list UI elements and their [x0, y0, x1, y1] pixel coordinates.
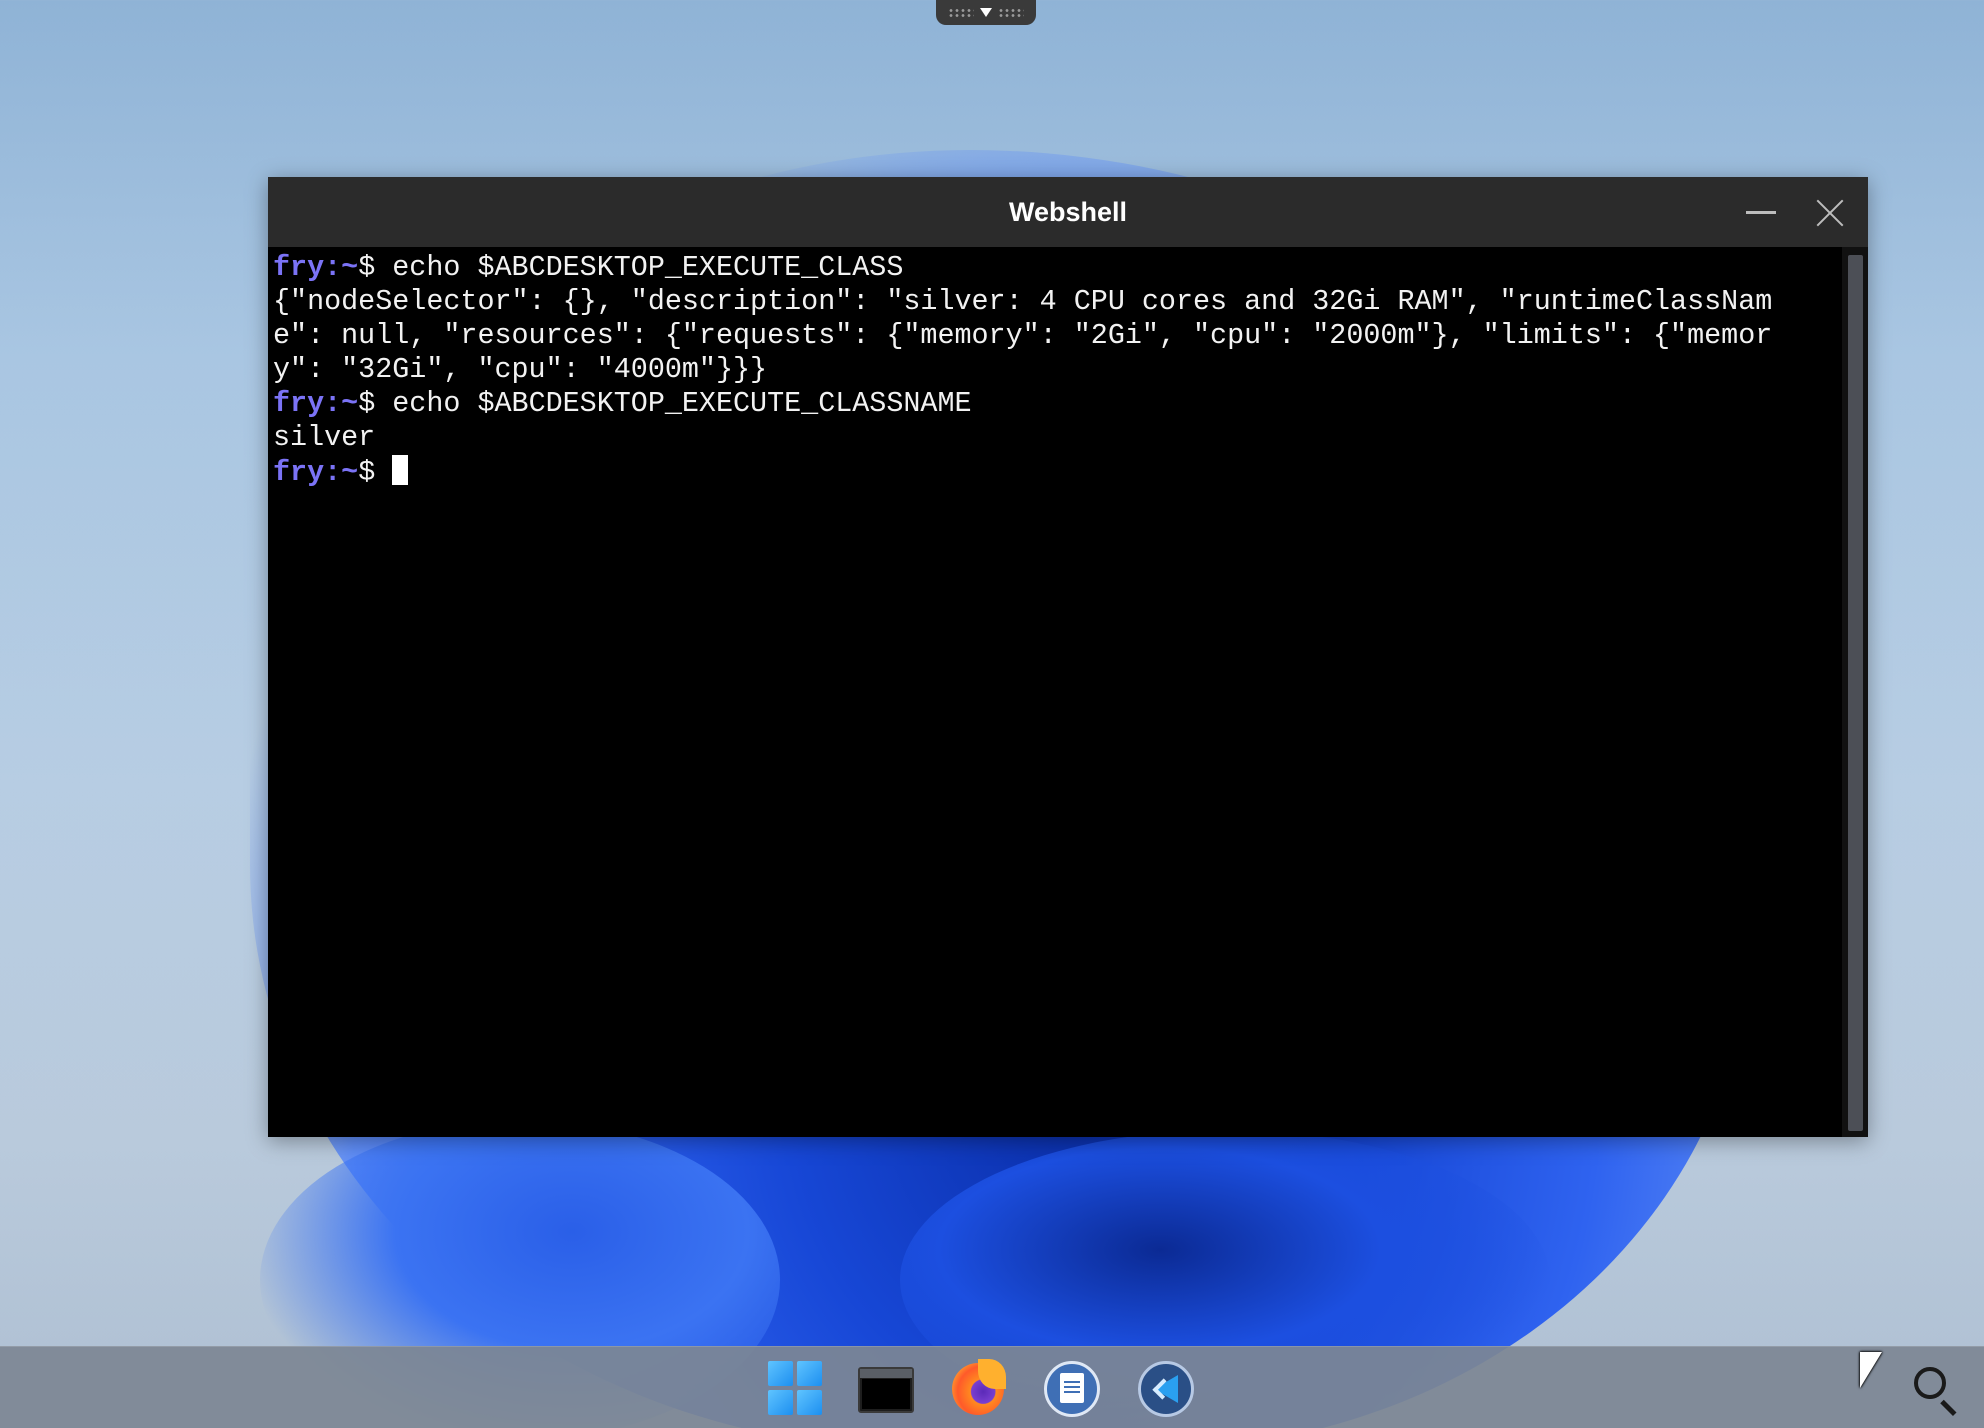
start-button[interactable]	[768, 1361, 824, 1417]
terminal-output-line: y": "32Gi", "cpu": "4000m"}}}	[268, 353, 1842, 387]
terminal-command-line: fry:~$ echo $ABCDESKTOP_EXECUTE_CLASSNAM…	[268, 387, 1842, 421]
prompt-symbol: $	[358, 387, 393, 420]
taskbar-search-button[interactable]	[1910, 1361, 1966, 1417]
command-text: echo $ABCDESKTOP_EXECUTE_CLASSNAME	[392, 387, 972, 420]
prompt-symbol: $	[358, 251, 393, 284]
output-text: silver	[273, 421, 376, 454]
mouse-pointer-icon	[1860, 1352, 1882, 1388]
terminal-prompt: fry:~	[273, 456, 359, 489]
terminal-prompt: fry:~	[273, 387, 359, 420]
command-text: echo $ABCDESKTOP_EXECUTE_CLASS	[392, 251, 904, 284]
webshell-window[interactable]: Webshell fry:~$ echo $ABCDESKTOP_EXECUTE…	[268, 177, 1868, 1137]
taskbar	[0, 1346, 1984, 1428]
terminal-output-line: e": null, "resources": {"requests": {"me…	[268, 319, 1842, 353]
output-text: y": "32Gi", "cpu": "4000m"}}}	[273, 353, 768, 386]
taskbar-writer-button[interactable]	[1044, 1361, 1100, 1417]
top-dropdown-handle[interactable]	[936, 0, 1036, 25]
scrollbar-thumb[interactable]	[1848, 255, 1863, 1131]
chevron-down-icon	[980, 8, 992, 17]
output-text: e": null, "resources": {"requests": {"me…	[273, 319, 1773, 352]
terminal-cursor	[392, 455, 409, 485]
taskbar-vscode-button[interactable]	[1138, 1361, 1194, 1417]
terminal-command-line: fry:~$	[268, 455, 1842, 490]
taskbar-terminal-button[interactable]	[858, 1361, 914, 1417]
terminal-output-line: silver	[268, 421, 1842, 455]
minimize-button[interactable]	[1738, 191, 1782, 235]
terminal-scrollbar[interactable]	[1842, 247, 1868, 1137]
grip-dots-icon	[998, 7, 1024, 18]
terminal-area[interactable]: fry:~$ echo $ABCDESKTOP_EXECUTE_CLASS {"n…	[268, 247, 1842, 1137]
taskbar-firefox-button[interactable]	[950, 1359, 1006, 1417]
prompt-symbol: $	[358, 456, 393, 489]
terminal-output-line: {"nodeSelector": {}, "description": "sil…	[268, 285, 1842, 319]
window-titlebar[interactable]: Webshell	[268, 177, 1868, 247]
terminal-prompt: fry:~	[273, 251, 359, 284]
grip-dots-icon	[948, 7, 974, 18]
terminal-output: fry:~$ echo $ABCDESKTOP_EXECUTE_CLASS {"n…	[268, 247, 1842, 490]
window-title: Webshell	[1008, 197, 1128, 227]
close-button[interactable]	[1808, 191, 1852, 235]
output-text: {"nodeSelector": {}, "description": "sil…	[273, 285, 1773, 318]
terminal-command-line: fry:~$ echo $ABCDESKTOP_EXECUTE_CLASS	[268, 251, 1842, 285]
